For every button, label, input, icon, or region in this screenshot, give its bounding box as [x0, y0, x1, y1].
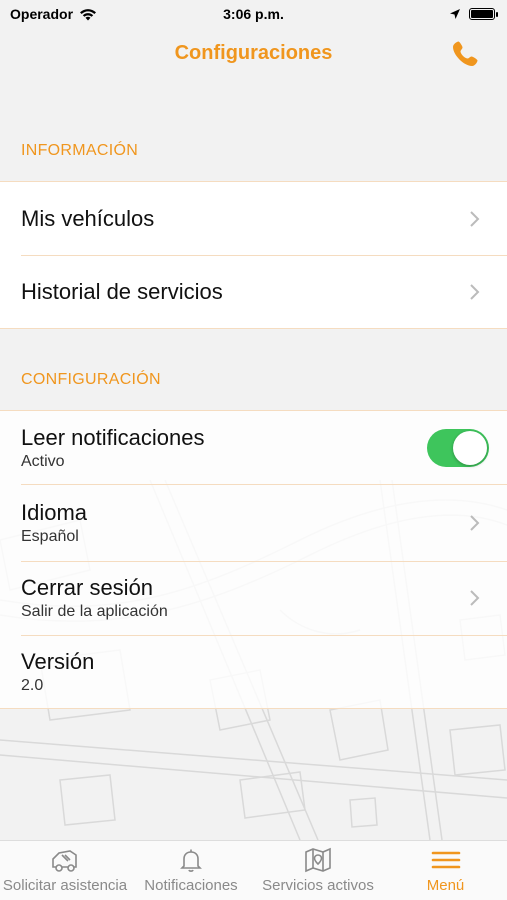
tab-menu[interactable]: Menú	[384, 841, 507, 900]
notifications-toggle[interactable]	[427, 428, 489, 467]
row-subtitle: 2.0	[21, 676, 44, 694]
tab-label: Servicios activos	[262, 877, 374, 894]
row-leer-notificaciones: Leer notificaciones Activo	[0, 411, 507, 484]
section-header-informacion: INFORMACIÓN	[21, 142, 139, 159]
section-header-configuracion: CONFIGURACIÓN	[21, 371, 161, 388]
chevron-right-icon	[470, 514, 480, 531]
row-historial-servicios[interactable]: Historial de servicios	[0, 255, 507, 328]
nav-bar: Configuraciones	[0, 28, 507, 78]
tab-notificaciones[interactable]: Notificaciones	[130, 841, 252, 900]
row-subtitle: Español	[21, 527, 79, 545]
row-title: Historial de servicios	[21, 278, 223, 304]
tow-truck-icon	[52, 850, 77, 872]
row-title: Cerrar sesión	[21, 575, 154, 600]
row-version: Versión 2.0	[0, 635, 507, 708]
status-bar: Operador 3:06 p.m.	[0, 0, 507, 28]
row-title: Versión	[21, 648, 95, 674]
carrier-label: Operador	[10, 6, 74, 22]
call-button[interactable]	[445, 34, 485, 74]
row-idioma[interactable]: Idioma Español	[0, 484, 507, 561]
tab-label: Solicitar asistencia	[2, 877, 128, 894]
phone-icon	[453, 41, 478, 66]
tab-label: Menú	[426, 877, 465, 894]
chevron-right-icon	[470, 283, 480, 300]
tab-bar: Solicitar asistencia Notificaciones Serv…	[0, 840, 507, 900]
group-informacion: Mis vehículos Historial de servicios	[0, 181, 507, 329]
location-arrow-icon	[450, 9, 460, 19]
row-mis-vehiculos[interactable]: Mis vehículos	[0, 182, 507, 255]
row-title: Mis vehículos	[21, 205, 155, 231]
row-title: Idioma	[21, 499, 88, 525]
row-subtitle: Salir de la aplicación	[21, 603, 168, 620]
battery-icon	[469, 8, 498, 20]
group-configuracion: Leer notificaciones Activo Idioma Españo…	[0, 410, 507, 709]
bell-icon	[180, 849, 202, 872]
chevron-right-icon	[470, 590, 480, 606]
tab-solicitar-asistencia[interactable]: Solicitar asistencia	[0, 841, 130, 900]
row-cerrar-sesion[interactable]: Cerrar sesión Salir de la aplicación	[0, 561, 507, 635]
map-icon	[305, 847, 331, 873]
tab-servicios-activos[interactable]: Servicios activos	[252, 841, 384, 900]
wifi-icon	[80, 8, 97, 20]
page-title: Configuraciones	[174, 41, 333, 64]
tab-label: Notificaciones	[144, 877, 238, 894]
chevron-right-icon	[470, 210, 480, 227]
menu-icon	[431, 851, 460, 869]
